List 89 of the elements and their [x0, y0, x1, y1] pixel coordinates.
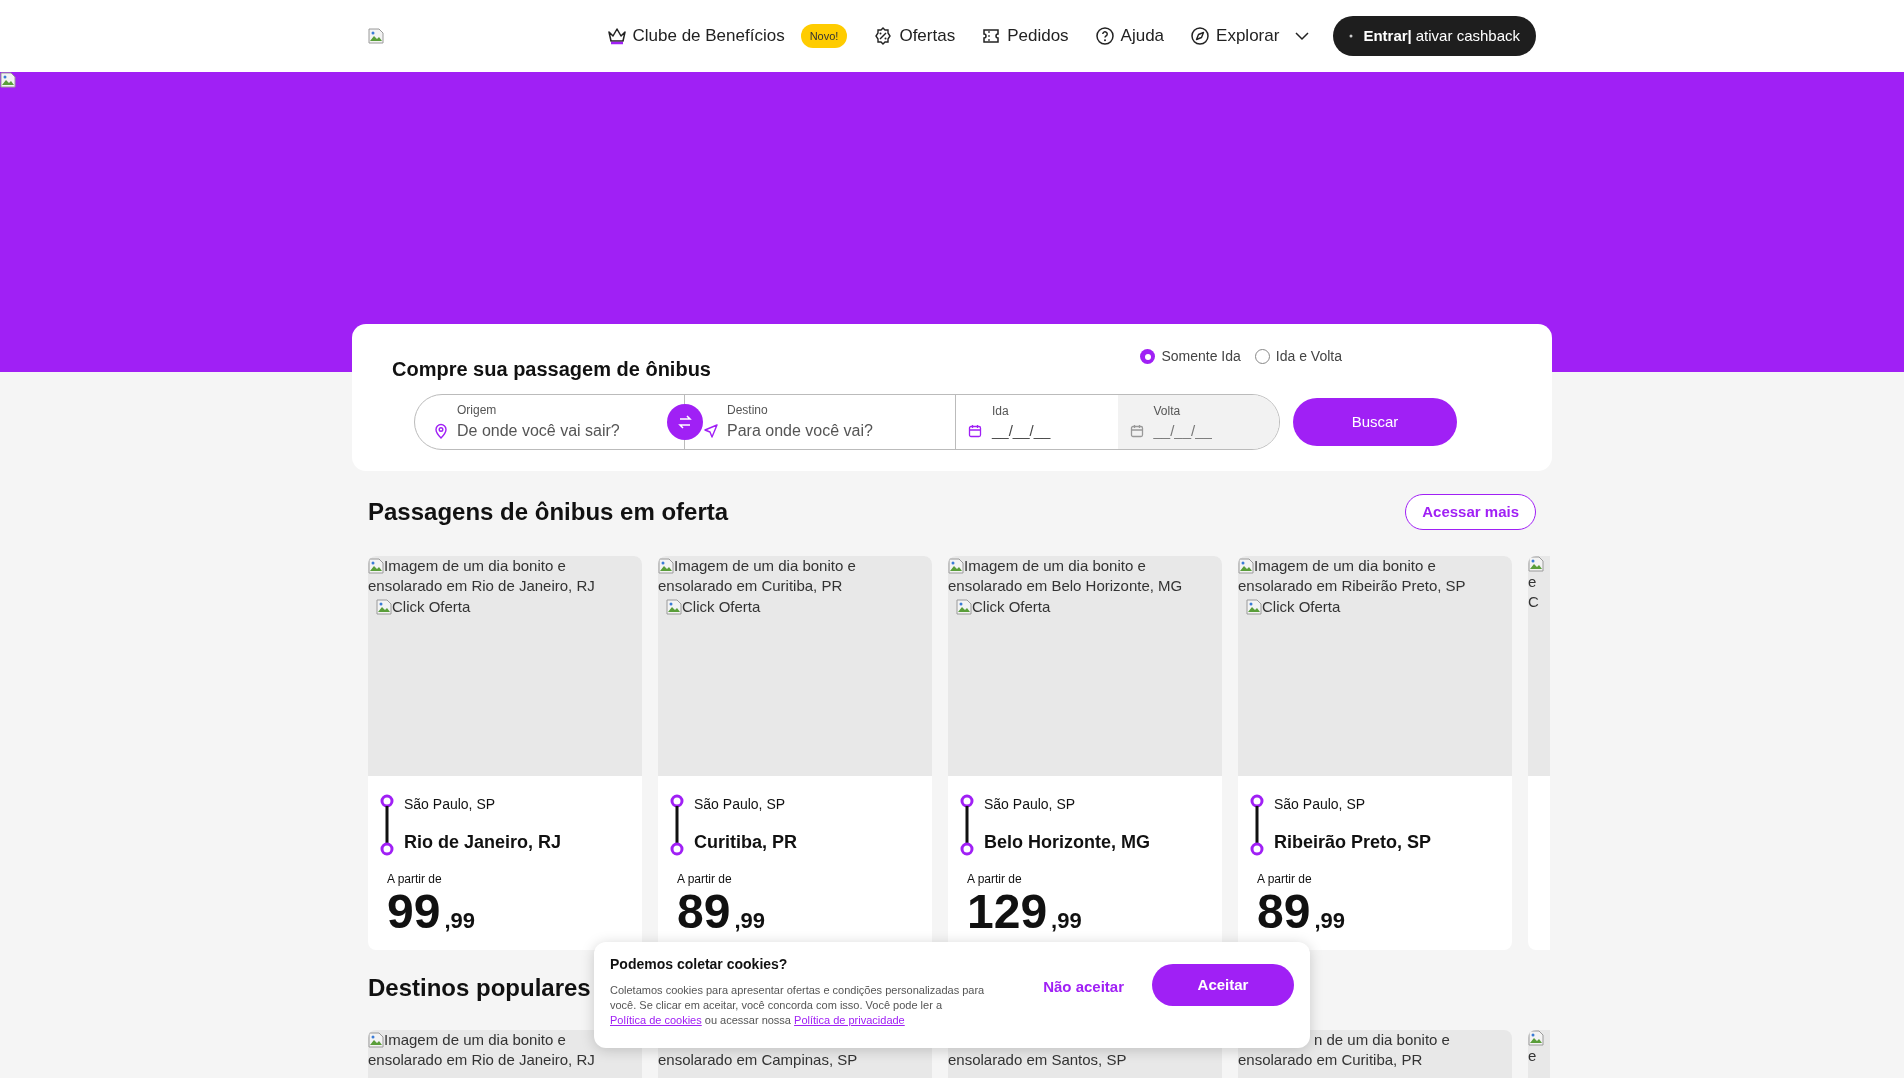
- see-more-button[interactable]: Acessar mais: [1405, 494, 1536, 530]
- image-alt-text: ensolarado em Rio de Janeiro, RJ: [368, 1050, 595, 1070]
- broken-image-icon: [376, 599, 392, 616]
- destination-card[interactable]: Imagem de um dia bonito e ensolarado em Rio de Janeiro, RJ: [368, 1030, 642, 1078]
- image-alt-text: ensolarado em Rio de Janeiro, RJ: [368, 576, 595, 596]
- route-line-icon: [670, 794, 684, 856]
- nav-link[interactable]: Pedidos: [981, 23, 1069, 49]
- image-alt-text: ensolarado em Santos, SP: [948, 1050, 1127, 1070]
- dot-icon: [1349, 34, 1354, 38]
- image-alt-text: Click Oferta: [392, 597, 471, 617]
- origin-city: São Paulo, SP: [694, 795, 787, 814]
- price-label: A partir de: [386, 871, 443, 888]
- login-button[interactable]: Entrar| ativar cashback: [1333, 16, 1536, 56]
- broken-image-icon: [368, 28, 384, 44]
- image-alt-text: Imagem de um dia bonito e: [1254, 556, 1436, 576]
- price: 99: [387, 888, 441, 936]
- image-alt-text: Imagem de um dia bonito e: [674, 556, 856, 576]
- image-alt-text: Imagem de um dia bonito e: [384, 1030, 566, 1050]
- radio-option[interactable]: Ida e Volta: [1254, 346, 1342, 367]
- cookie-text: Coletamos cookies para apresentar ofertas e condições personalizadas para você. Se clicar em aceitar, você concorda com isso. Você pode ler a Política de cookies ou acessar nossa Política de privacidade: [610, 983, 986, 1028]
- help-icon: [1094, 26, 1115, 46]
- price: 89: [677, 888, 731, 936]
- image-alt-text: Click Oferta: [682, 597, 761, 617]
- section-title: Passagens de ônibus em oferta: [368, 497, 729, 527]
- cookie-policy-link[interactable]: Política de cookies: [610, 1014, 702, 1026]
- new-badge: Novo!: [800, 23, 848, 49]
- destination-card[interactable]: n de um dia bonito e ensolarado em Curitiba, PR: [1238, 1030, 1512, 1078]
- search-title: Compre sua passagem de ônibus: [392, 357, 711, 382]
- radio-option[interactable]: Somente Ida: [1140, 346, 1241, 367]
- image-alt-text: e: [1528, 572, 1537, 592]
- broken-image-icon: [368, 1032, 384, 1048]
- price: 89: [1257, 888, 1311, 936]
- image-alt-text: ensolarado em Curitiba, PR: [1238, 1050, 1423, 1070]
- destination-city: Belo Horizonte, MG: [984, 831, 1150, 854]
- route-line-icon: [960, 794, 974, 856]
- price-cents: ,99: [1314, 910, 1345, 932]
- image-alt-text: ensolarado em Belo Horizonte, MG: [948, 576, 1183, 596]
- broken-image-icon: [1528, 1030, 1544, 1046]
- broken-image-icon: [956, 599, 972, 616]
- image-alt-text: e: [1528, 1046, 1537, 1066]
- origin-city: São Paulo, SP: [1274, 795, 1367, 814]
- search-button[interactable]: Buscar: [1293, 398, 1457, 446]
- route-line-icon: [380, 794, 394, 856]
- image-alt-text: Imagem de um dia bonito e: [384, 556, 566, 576]
- destination-city: Ribeirão Preto, SP: [1274, 831, 1432, 854]
- route-line-icon: [1250, 794, 1264, 856]
- broken-image-icon: [948, 558, 964, 574]
- compass-icon: [1190, 26, 1211, 46]
- destination-city: Rio de Janeiro, RJ: [404, 831, 562, 854]
- crown-icon: [606, 26, 627, 46]
- price-cents: ,99: [734, 910, 765, 932]
- broken-image-icon: [1246, 599, 1262, 616]
- destination-city: Curitiba, PR: [694, 831, 797, 854]
- price: 129: [967, 888, 1048, 936]
- image-alt-text: Imagem de um dia bonito e: [964, 556, 1146, 576]
- broken-image-icon: [666, 599, 682, 616]
- nav-link[interactable]: Clube de Benefícios Novo!: [606, 23, 848, 49]
- image-alt-text: ensolarado em Ribeirão Preto, SP: [1238, 576, 1466, 596]
- price-cents: ,99: [444, 910, 475, 932]
- origin-city: São Paulo, SP: [404, 795, 497, 814]
- radio-button[interactable]: [1140, 349, 1156, 364]
- offer-card[interactable]: e C: [1528, 556, 1550, 950]
- broken-image-icon: [368, 558, 384, 574]
- broken-image-icon: [658, 558, 674, 574]
- cookie-title: Podemos coletar cookies?: [610, 955, 789, 974]
- broken-image-icon: [1238, 558, 1254, 574]
- nav-link[interactable]: Ofertas: [873, 23, 956, 49]
- origin-city: São Paulo, SP: [984, 795, 1077, 814]
- privacy-policy-link[interactable]: Política de privacidade: [794, 1014, 905, 1026]
- image-alt-text: ensolarado em Curitiba, PR: [658, 576, 843, 596]
- ticket-icon: [981, 26, 1002, 46]
- image-alt-text: Click Oferta: [972, 597, 1051, 617]
- broken-image-icon: [1528, 556, 1544, 572]
- image-alt-text: ensolarado em Campinas, SP: [658, 1050, 858, 1070]
- nav-link[interactable]: Ajuda: [1094, 23, 1165, 49]
- price-label: A partir de: [966, 871, 1023, 888]
- image-alt-text: C: [1528, 592, 1539, 612]
- price-cents: ,99: [1051, 910, 1082, 932]
- section-title: Destinos populares: [368, 973, 591, 1003]
- image-alt-text: n de um dia bonito e: [1314, 1030, 1450, 1050]
- image-alt-text: Click Oferta: [1262, 597, 1341, 617]
- nav-link[interactable]: Explorar: [1190, 23, 1310, 49]
- accept-button[interactable]: Aceitar: [1152, 964, 1294, 1006]
- price-label: A partir de: [1256, 871, 1313, 888]
- destination-card[interactable]: e: [1528, 1030, 1550, 1078]
- price-label: A partir de: [676, 871, 733, 888]
- offer-card[interactable]: Imagem de um dia bonito e ensolarado em Ribeirão Preto, SP Click Oferta São Paulo, SP Ribeirão Preto, SP A partir de 89,99: [1238, 556, 1512, 950]
- decline-button[interactable]: Não aceitar: [1035, 976, 1132, 999]
- offer-card[interactable]: Imagem de um dia bonito e ensolarado em Rio de Janeiro, RJ Click Oferta São Paulo, SP Rio de Janeiro, RJ A partir de 99,99: [368, 556, 642, 950]
